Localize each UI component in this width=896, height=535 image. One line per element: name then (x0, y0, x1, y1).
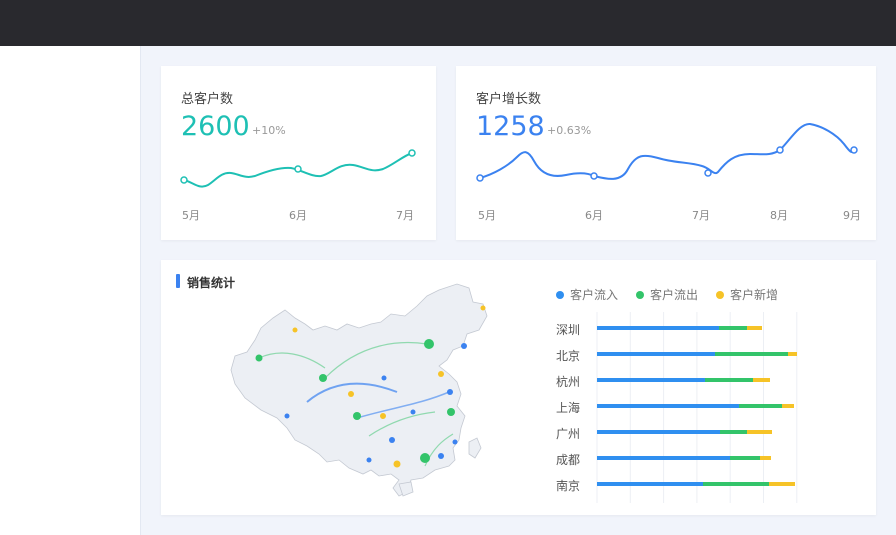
customer-growth-line (479, 123, 855, 180)
bar-segment-3 (769, 482, 795, 486)
bar-segment-2 (720, 430, 747, 434)
total-customers-point (180, 176, 188, 184)
customer-growth-point (850, 146, 858, 154)
sidebar (0, 46, 141, 535)
bar-segment-2 (715, 352, 788, 356)
sales-bar-chart (596, 312, 798, 503)
bar-segment-1 (597, 430, 720, 434)
bar-segment-1 (597, 404, 739, 408)
total-customers-card: 总客户数 2600 +10% 5月 6月 7月 (161, 66, 436, 240)
bar-segment-3 (747, 326, 762, 330)
month-label: 5月 (182, 209, 200, 222)
bar-segment-2 (705, 378, 753, 382)
customer-growth-point (590, 172, 598, 180)
bar-segment-1 (597, 326, 719, 330)
bar-segment-3 (747, 430, 772, 434)
bar-segment-2 (719, 326, 747, 330)
month-label: 9月 (843, 209, 861, 222)
bar-segment-3 (782, 404, 794, 408)
sales-statistics-card: 销售统计 客户流入 客户流出 客户新增 深圳 北京 杭州 上海 广州 成都 南京 (161, 260, 876, 515)
bar-segment-3 (753, 378, 770, 382)
customer-growth-point (704, 169, 712, 177)
bar-segment-1 (597, 456, 730, 460)
customer-growth-sparkline (476, 123, 858, 182)
total-customers-point (294, 165, 302, 173)
bar-segment-2 (730, 456, 760, 460)
bar-segment-2 (739, 404, 782, 408)
bar-segment-1 (597, 352, 715, 356)
bar-segment-1 (597, 378, 705, 382)
month-label: 5月 (478, 209, 496, 222)
month-label: 7月 (396, 209, 414, 222)
month-label: 6月 (289, 209, 307, 222)
bar-segment-2 (703, 482, 769, 486)
bar-segment-1 (597, 482, 703, 486)
top-navigation-bar (0, 0, 896, 46)
month-label: 7月 (692, 209, 710, 222)
total-customers-point (408, 149, 416, 157)
month-label: 6月 (585, 209, 603, 222)
customer-growth-point (776, 146, 784, 154)
customer-growth-point (476, 174, 484, 182)
bar-segment-3 (760, 456, 771, 460)
bar-segment-3 (788, 352, 797, 356)
customer-growth-card: 客户增长数 1258 +0.63% 5月 6月 7月 8月 9月 (456, 66, 876, 240)
month-label: 8月 (770, 209, 788, 222)
